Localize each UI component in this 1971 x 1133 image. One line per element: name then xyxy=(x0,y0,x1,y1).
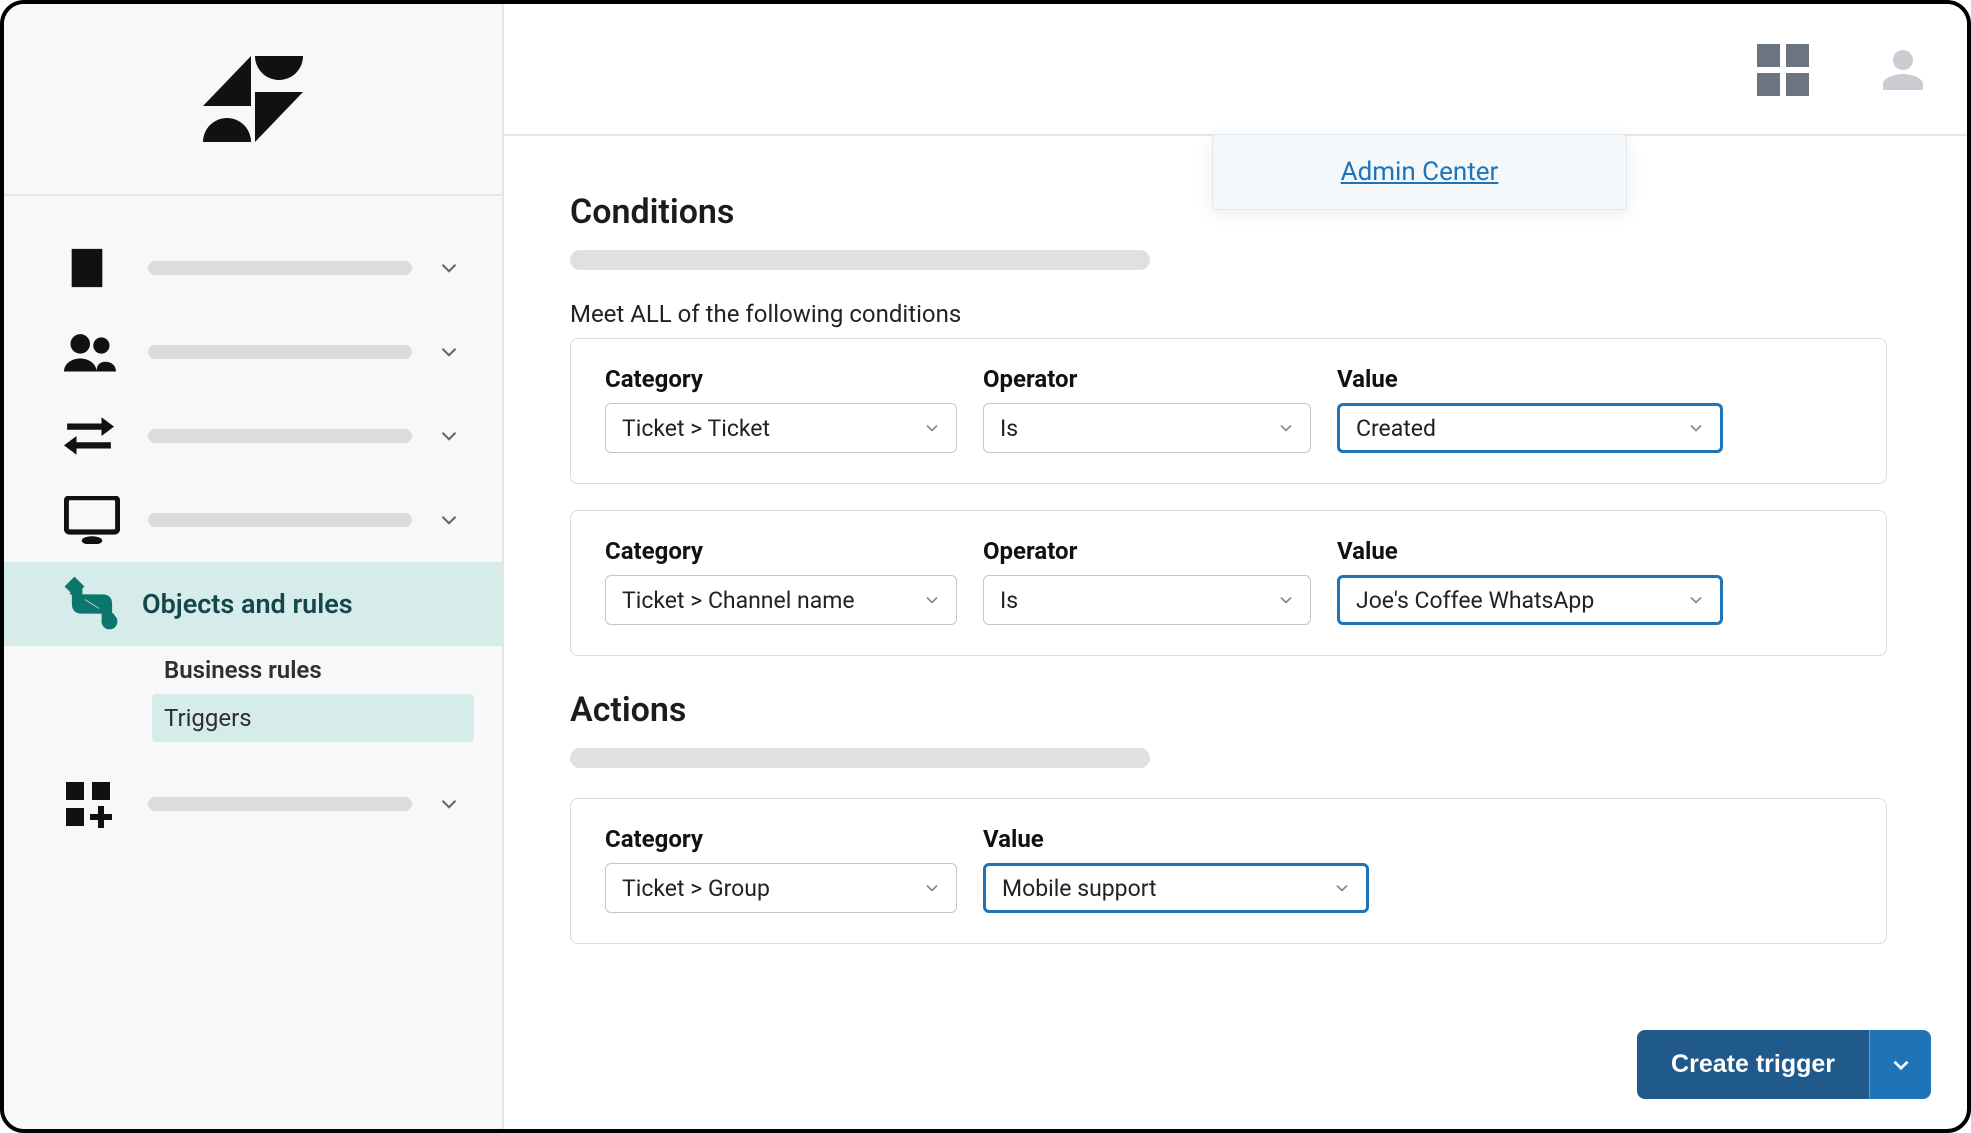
main-content: Conditions Meet ALL of the following con… xyxy=(504,136,1967,1129)
sidebar-subnav: Business rules Triggers xyxy=(4,646,502,742)
placeholder-bar xyxy=(148,429,412,443)
chevron-down-icon xyxy=(1686,418,1706,438)
condition-operator-select[interactable]: Is xyxy=(983,403,1311,453)
label-operator: Operator xyxy=(983,537,1311,565)
create-trigger-button[interactable]: Create trigger xyxy=(1637,1030,1869,1099)
chevron-down-icon xyxy=(1276,590,1296,610)
actions-title: Actions xyxy=(570,690,1887,730)
create-trigger-dropdown[interactable] xyxy=(1869,1030,1931,1099)
monitor-icon xyxy=(64,496,124,544)
sidebar-item-workspaces[interactable] xyxy=(4,478,502,562)
building-icon xyxy=(64,245,124,291)
action-value-select[interactable]: Mobile support xyxy=(983,863,1369,913)
people-icon xyxy=(64,330,124,374)
placeholder-bar xyxy=(148,345,412,359)
chevron-down-icon xyxy=(1332,878,1352,898)
logo xyxy=(4,4,502,196)
placeholder-bar xyxy=(148,797,412,811)
sidebar: Objects and rules Business rules Trigger… xyxy=(4,4,504,1129)
sidebar-item-company[interactable] xyxy=(4,226,502,310)
condition-value-select[interactable]: Joe's Coffee WhatsApp xyxy=(1337,575,1723,625)
label-category: Category xyxy=(605,365,957,393)
placeholder-bar xyxy=(570,748,1150,768)
profile-icon[interactable] xyxy=(1879,46,1927,94)
condition-category-select[interactable]: Ticket > Channel name xyxy=(605,575,957,625)
placeholder-bar xyxy=(148,261,412,275)
label-value: Value xyxy=(983,825,1369,853)
condition-row: Category Ticket > Ticket Operator Is Val… xyxy=(570,338,1887,484)
subnav-triggers[interactable]: Triggers xyxy=(152,694,474,742)
chevron-down-icon xyxy=(1276,418,1296,438)
condition-row: Category Ticket > Channel name Operator … xyxy=(570,510,1887,656)
conditions-title: Conditions xyxy=(570,192,1887,232)
action-row: Category Ticket > Group Value Mobile sup… xyxy=(570,798,1887,944)
label-value: Value xyxy=(1337,365,1723,393)
products-icon[interactable] xyxy=(1757,44,1809,96)
admin-center-window: Admin Center xyxy=(0,0,1971,1133)
chevron-down-icon xyxy=(436,255,462,281)
label-value: Value xyxy=(1337,537,1723,565)
chevron-down-icon xyxy=(922,418,942,438)
sidebar-nav: Objects and rules Business rules Trigger… xyxy=(4,196,502,846)
sidebar-item-transfer[interactable] xyxy=(4,394,502,478)
chevron-down-icon xyxy=(922,590,942,610)
chevron-down-icon xyxy=(1686,590,1706,610)
action-category-select[interactable]: Ticket > Group xyxy=(605,863,957,913)
workflow-icon xyxy=(64,576,124,632)
chevron-down-icon xyxy=(436,791,462,817)
sidebar-item-objects-and-rules[interactable]: Objects and rules xyxy=(4,562,502,646)
chevron-down-icon xyxy=(436,339,462,365)
label-category: Category xyxy=(605,537,957,565)
apps-add-icon xyxy=(64,780,124,828)
top-bar-icons xyxy=(1757,44,1927,96)
label-operator: Operator xyxy=(983,365,1311,393)
condition-category-select[interactable]: Ticket > Ticket xyxy=(605,403,957,453)
top-bar xyxy=(504,4,1967,136)
placeholder-bar xyxy=(570,250,1150,270)
label-category: Category xyxy=(605,825,957,853)
sidebar-item-label: Objects and rules xyxy=(124,588,462,620)
condition-value-select[interactable]: Created xyxy=(1337,403,1723,453)
arrows-horizontal-icon xyxy=(64,416,124,456)
sidebar-item-people[interactable] xyxy=(4,310,502,394)
chevron-down-icon xyxy=(436,507,462,533)
sidebar-item-apps[interactable] xyxy=(4,762,502,846)
condition-operator-select[interactable]: Is xyxy=(983,575,1311,625)
chevron-down-icon xyxy=(922,878,942,898)
conditions-meet-all-label: Meet ALL of the following conditions xyxy=(570,300,1887,328)
chevron-down-icon xyxy=(436,423,462,449)
subnav-business-rules[interactable]: Business rules xyxy=(152,646,502,694)
placeholder-bar xyxy=(148,513,412,527)
footer-actions: Create trigger xyxy=(1637,1030,1931,1099)
